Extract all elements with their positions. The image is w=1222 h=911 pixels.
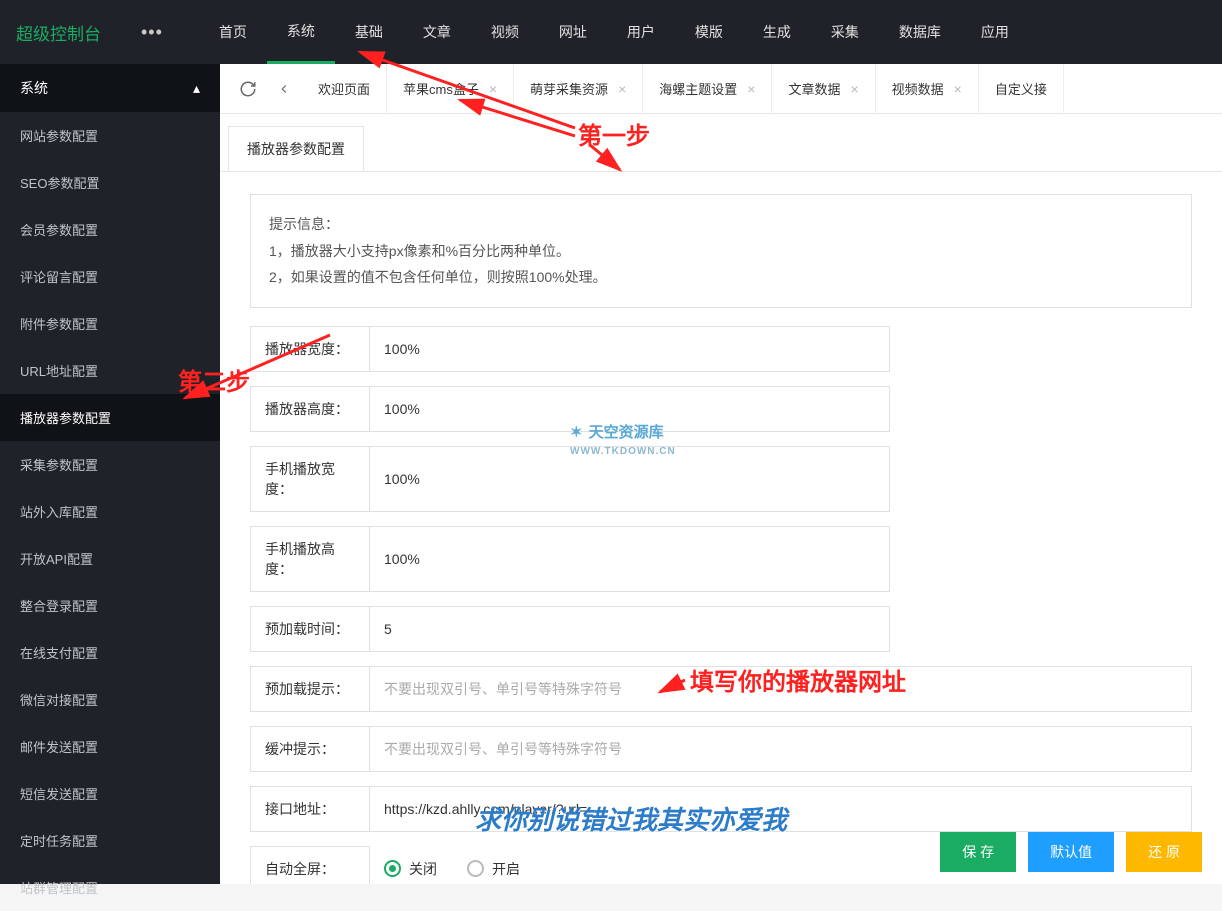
sidebar-item-3[interactable]: 评论留言配置: [0, 253, 220, 300]
input-height[interactable]: [370, 386, 890, 432]
label-buffer: 缓冲提示：: [250, 726, 370, 772]
sidebar-item-9[interactable]: 开放API配置: [0, 535, 220, 582]
tab-label: 欢迎页面: [318, 79, 370, 98]
sidebar-item-0[interactable]: 网站参数配置: [0, 112, 220, 159]
tab-0[interactable]: 欢迎页面: [302, 64, 387, 114]
radio-checked-icon: [384, 860, 401, 877]
label-mheight: 手机播放高度：: [250, 526, 370, 592]
topnav-item-9[interactable]: 采集: [811, 0, 879, 64]
tab-6[interactable]: 自定义接: [979, 64, 1064, 114]
tab-5[interactable]: 视频数据 ×: [876, 64, 979, 114]
radio-autofull-on[interactable]: 开启: [467, 859, 520, 879]
sidebar-item-2[interactable]: 会员参数配置: [0, 206, 220, 253]
topnav-item-0[interactable]: 首页: [199, 0, 267, 64]
tab-label: 萌芽采集资源: [530, 79, 608, 98]
radio-label-on: 开启: [492, 859, 520, 879]
input-buffer[interactable]: [370, 726, 1192, 772]
sidebar: 系统 ▴ 网站参数配置SEO参数配置会员参数配置评论留言配置附件参数配置URL地…: [0, 64, 220, 884]
label-pretip: 预加载提示：: [250, 666, 370, 712]
topnav-item-1[interactable]: 系统: [267, 0, 335, 64]
topnav-item-11[interactable]: 应用: [961, 0, 1029, 64]
restore-button[interactable]: 还 原: [1126, 832, 1202, 872]
tab-3[interactable]: 海螺主题设置 ×: [643, 64, 772, 114]
close-icon[interactable]: ×: [954, 81, 962, 97]
topnav-item-3[interactable]: 文章: [403, 0, 471, 64]
topnav-item-5[interactable]: 网址: [539, 0, 607, 64]
label-api: 接口地址：: [250, 786, 370, 832]
input-mheight[interactable]: [370, 526, 890, 592]
close-icon[interactable]: ×: [850, 81, 858, 97]
sidebar-item-10[interactable]: 整合登录配置: [0, 582, 220, 629]
tab-1[interactable]: 苹果cms盒子 ×: [387, 64, 514, 114]
input-pretip[interactable]: [370, 666, 1192, 712]
page-title-row: 播放器参数配置: [220, 114, 1222, 172]
label-preload: 预加载时间：: [250, 606, 370, 652]
info-line2: 2，如果设置的值不包含任何单位，则按照100%处理。: [269, 264, 1173, 291]
label-mwidth: 手机播放宽度：: [250, 446, 370, 512]
topnav-item-10[interactable]: 数据库: [879, 0, 961, 64]
info-box: 提示信息： 1，播放器大小支持px像素和%百分比两种单位。 2，如果设置的值不包…: [250, 194, 1192, 308]
more-icon[interactable]: •••: [141, 22, 163, 43]
sidebar-item-1[interactable]: SEO参数配置: [0, 159, 220, 206]
topnav-item-6[interactable]: 用户: [607, 0, 675, 64]
input-preload[interactable]: [370, 606, 890, 652]
sidebar-item-13[interactable]: 邮件发送配置: [0, 723, 220, 770]
sidebar-item-16[interactable]: 站群管理配置: [0, 864, 220, 911]
label-width: 播放器宽度：: [250, 326, 370, 372]
default-button[interactable]: 默认值: [1028, 832, 1114, 872]
info-line1: 1，播放器大小支持px像素和%百分比两种单位。: [269, 238, 1173, 265]
input-mwidth[interactable]: [370, 446, 890, 512]
label-autofull: 自动全屏：: [250, 846, 370, 884]
label-height: 播放器高度：: [250, 386, 370, 432]
close-icon[interactable]: ×: [618, 81, 626, 97]
top-navbar: 超级控制台 ••• 首页系统基础文章视频网址用户模版生成采集数据库应用: [0, 0, 1222, 64]
chevron-up-icon: ▴: [193, 80, 200, 97]
button-row: 保 存 默认值 还 原: [940, 832, 1202, 872]
close-icon[interactable]: ×: [489, 81, 497, 97]
refresh-icon[interactable]: [230, 71, 266, 107]
input-width[interactable]: [370, 326, 890, 372]
topnav-item-2[interactable]: 基础: [335, 0, 403, 64]
back-icon[interactable]: [266, 71, 302, 107]
tab-label: 文章数据: [788, 79, 840, 98]
tab-4[interactable]: 文章数据 ×: [772, 64, 875, 114]
sidebar-title-label: 系统: [20, 78, 48, 98]
sidebar-item-15[interactable]: 定时任务配置: [0, 817, 220, 864]
brand-logo: 超级控制台: [16, 20, 101, 45]
sidebar-item-12[interactable]: 微信对接配置: [0, 676, 220, 723]
content-area: 欢迎页面 苹果cms盒子 × 萌芽采集资源 × 海螺主题设置 × 文章数据 × 视频数据 × 自定义接…: [220, 64, 1222, 884]
topnav-item-4[interactable]: 视频: [471, 0, 539, 64]
sidebar-item-14[interactable]: 短信发送配置: [0, 770, 220, 817]
sidebar-item-7[interactable]: 采集参数配置: [0, 441, 220, 488]
tabs-row: 欢迎页面 苹果cms盒子 × 萌芽采集资源 × 海螺主题设置 × 文章数据 × 视频数据 × 自定义接: [220, 64, 1222, 114]
tab-label: 海螺主题设置: [659, 79, 737, 98]
sidebar-item-5[interactable]: URL地址配置: [0, 347, 220, 394]
sidebar-title[interactable]: 系统 ▴: [0, 64, 220, 112]
radio-label-off: 关闭: [409, 859, 437, 879]
page-title: 播放器参数配置: [228, 126, 364, 171]
sidebar-item-4[interactable]: 附件参数配置: [0, 300, 220, 347]
tab-2[interactable]: 萌芽采集资源 ×: [514, 64, 643, 114]
input-api[interactable]: [370, 786, 1192, 832]
sidebar-item-6[interactable]: 播放器参数配置: [0, 394, 220, 441]
form: 播放器宽度： 播放器高度： 手机播放宽度： 手机播放高度： 预加载时间： 预加载…: [220, 326, 1222, 884]
tab-label: 自定义接: [995, 79, 1047, 98]
info-title: 提示信息：: [269, 211, 1173, 238]
tab-label: 视频数据: [892, 79, 944, 98]
sidebar-item-11[interactable]: 在线支付配置: [0, 629, 220, 676]
topnav-item-8[interactable]: 生成: [743, 0, 811, 64]
close-icon[interactable]: ×: [747, 81, 755, 97]
save-button[interactable]: 保 存: [940, 832, 1016, 872]
tab-label: 苹果cms盒子: [403, 79, 479, 98]
radio-unchecked-icon: [467, 860, 484, 877]
radio-autofull-off[interactable]: 关闭: [384, 859, 437, 879]
topnav-item-7[interactable]: 模版: [675, 0, 743, 64]
sidebar-item-8[interactable]: 站外入库配置: [0, 488, 220, 535]
